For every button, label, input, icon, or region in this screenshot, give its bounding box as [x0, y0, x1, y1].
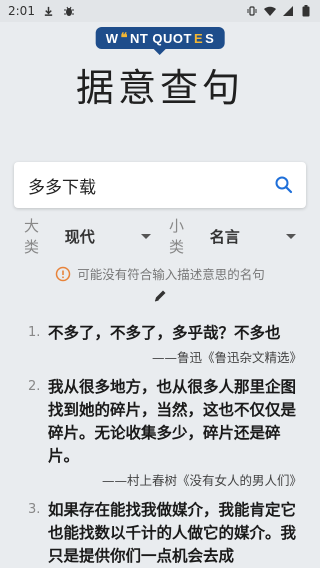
search-icon[interactable]: [274, 175, 294, 195]
subcategory-label: 小类: [169, 217, 185, 256]
edit-icon[interactable]: [152, 288, 168, 304]
quote-source: ——鲁迅《鲁迅杂文精选》: [151, 350, 302, 365]
wifi-icon: [264, 5, 276, 17]
quote-text: 不多了，不多了，多乎哉？不多也: [48, 324, 281, 342]
quote-text: 我从很多地方，也从很多人那里企图找到她的碎片，当然，这也不仅仅是碎片。无论收集多…: [48, 378, 297, 465]
quote-item[interactable]: 2. 我从很多地方，也从很多人那里企图找到她的碎片，当然，这也不仅仅是碎片。无论…: [0, 376, 320, 489]
quote-number: 2.: [28, 379, 41, 394]
battery-icon: [300, 5, 312, 17]
logo-part-3: S: [205, 30, 215, 46]
logo-quote-mark-icon: ❝: [120, 30, 128, 45]
logo-part-1: W: [105, 30, 119, 46]
chevron-down-icon: [286, 233, 296, 239]
quote-item[interactable]: 1. 不多了，不多了，多乎哉？不多也 ——鲁迅《鲁迅杂文精选》: [0, 322, 320, 366]
category-label: 大类: [24, 217, 40, 256]
subcategory-value: 名言: [209, 227, 240, 246]
search-box: [14, 162, 306, 208]
logo-part-2: NT QUOT: [129, 30, 192, 46]
quote-source: ——村上春树《没有女人的男人们》: [101, 473, 302, 488]
notice-text: 可能没有符合输入描述意思的名句: [77, 267, 265, 282]
category-select[interactable]: 现代: [65, 226, 151, 247]
category-filter: 大类 现代: [24, 215, 151, 257]
warning-icon: [55, 266, 71, 282]
page-title: 据意查句: [75, 66, 244, 110]
notice-row: 可能没有符合输入描述意思的名句: [0, 264, 320, 283]
quote-text: 如果存在能找我做媒介，我能肯定它也能找数以千计的人做它的媒介。我只是提供你们一点…: [48, 501, 297, 565]
download-icon: [43, 5, 55, 17]
status-bar: 2:01: [0, 0, 320, 22]
chevron-down-icon: [141, 233, 151, 239]
subcategory-filter: 小类 名言: [169, 215, 296, 257]
quote-number: 1.: [28, 325, 41, 340]
search-input[interactable]: [28, 175, 274, 195]
status-time: 2:01: [8, 4, 35, 18]
logo-speech-tail: [154, 49, 166, 55]
filter-row: 大类 现代 小类 名言: [24, 217, 296, 256]
quote-number: 3.: [28, 502, 41, 517]
quote-list: 1. 不多了，不多了，多乎哉？不多也 ——鲁迅《鲁迅杂文精选》 2. 我从很多地…: [0, 322, 320, 568]
subcategory-select[interactable]: 名言: [210, 226, 296, 247]
logo-e-accent: E: [193, 30, 204, 46]
quote-item[interactable]: 3. 如果存在能找我做媒介，我能肯定它也能找数以千计的人做它的媒介。我只是提供你…: [0, 499, 320, 568]
app-logo: W ❝ NT QUOT E S: [95, 27, 225, 55]
category-value: 现代: [64, 227, 95, 246]
bug-icon: [63, 5, 75, 17]
signal-icon: [282, 5, 294, 17]
vibrate-icon: [246, 5, 258, 17]
